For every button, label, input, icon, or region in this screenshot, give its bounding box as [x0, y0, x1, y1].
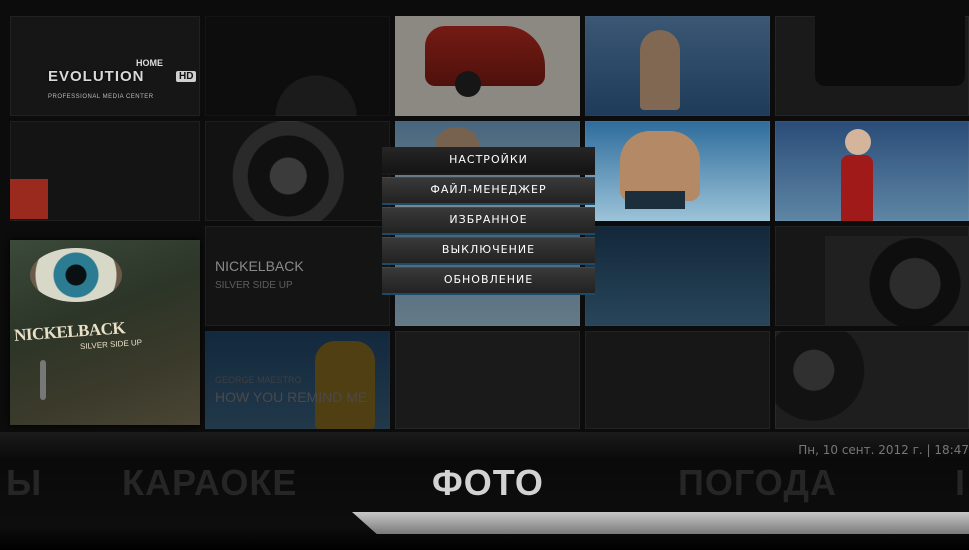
photo-tile[interactable] — [585, 226, 770, 326]
menu-item-settings[interactable]: НАСТРОЙКИ — [382, 147, 595, 173]
photo-tile[interactable]: NICKELBACK SILVER SIDE UP — [205, 226, 390, 326]
nav-item-photo[interactable]: ФОТО — [432, 462, 544, 504]
photo-tile[interactable] — [775, 331, 969, 429]
album-eye-image — [30, 248, 122, 302]
nav-selection-bar — [352, 512, 969, 534]
photo-tile[interactable] — [205, 16, 390, 116]
nav-item-weather[interactable]: ПОГОДА — [678, 462, 837, 504]
photo-tile[interactable] — [395, 331, 580, 429]
menu-item-file-manager[interactable]: ФАЙЛ-МЕНЕДЖЕР — [382, 177, 595, 203]
photo-tile[interactable] — [775, 226, 969, 326]
previous-track-artist: GEORGE MAESTRO — [215, 375, 302, 385]
nav-item-karaoke[interactable]: КАРАОКЕ — [122, 462, 297, 504]
menu-item-update[interactable]: ОБНОВЛЕНИЕ — [382, 267, 595, 293]
photo-tile[interactable] — [10, 121, 200, 221]
main-menu: НАСТРОЙКИ ФАЙЛ-МЕНЕДЖЕР ИЗБРАННОЕ ВЫКЛЮЧ… — [382, 147, 595, 296]
photo-tile[interactable] — [395, 16, 580, 116]
photo-tile[interactable] — [585, 16, 770, 116]
menu-item-favorites[interactable]: ИЗБРАННОЕ — [382, 207, 595, 233]
album-cover[interactable]: NICKELBACK SILVER SIDE UP — [10, 240, 200, 425]
photo-tile[interactable] — [585, 331, 770, 429]
date-time-display: Пн, 10 сент. 2012 г. | 18:47 — [798, 443, 969, 457]
nav-item-next[interactable]: I — [955, 462, 966, 504]
logo-tile: EVOLUTION HOME HD PROFESSIONAL MEDIA CEN… — [10, 16, 200, 116]
photo-tile[interactable]: GEORGE MAESTRO HOW YOU REMIND ME — [205, 331, 390, 429]
now-playing-album: SILVER SIDE UP — [215, 280, 293, 291]
logo-main-text: EVOLUTION — [48, 68, 145, 85]
previous-track-title: HOW YOU REMIND ME — [215, 389, 368, 405]
nav-item-prev[interactable]: Ы — [6, 462, 42, 504]
bottom-bar: Пн, 10 сент. 2012 г. | 18:47 Ы КАРАОКЕ Ф… — [0, 432, 969, 550]
logo-top-text: HOME — [136, 58, 163, 68]
photo-tile[interactable] — [775, 121, 969, 221]
app-logo: EVOLUTION HOME HD PROFESSIONAL MEDIA CEN… — [48, 58, 200, 106]
now-playing-artist: NICKELBACK — [215, 258, 304, 274]
photo-tile[interactable] — [775, 16, 969, 116]
menu-item-shutdown[interactable]: ВЫКЛЮЧЕНИЕ — [382, 237, 595, 263]
photo-tile[interactable] — [585, 121, 770, 221]
photo-tile[interactable] — [205, 121, 390, 221]
logo-subtitle: PROFESSIONAL MEDIA CENTER — [48, 94, 154, 100]
logo-hd-badge: HD — [176, 71, 197, 82]
